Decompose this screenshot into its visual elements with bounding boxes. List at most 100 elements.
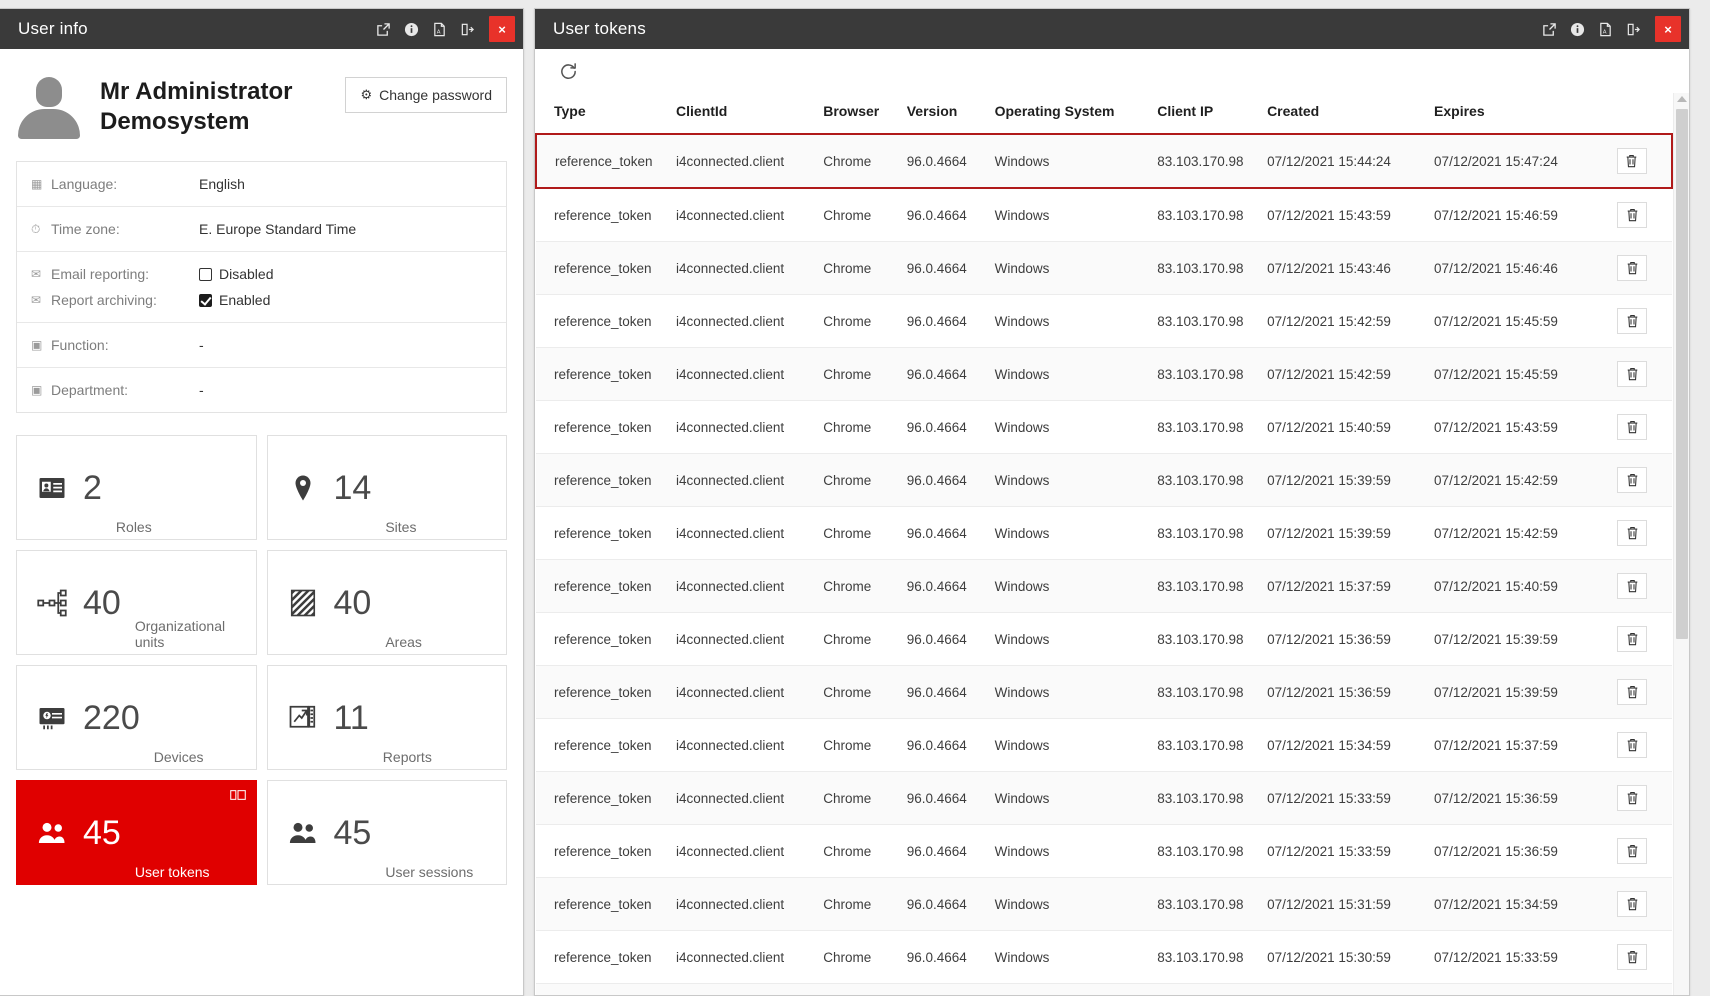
delete-token-button[interactable] <box>1617 838 1648 864</box>
trash-icon <box>1626 579 1639 593</box>
stat-tile-reports[interactable]: 11 Reports <box>266 665 507 770</box>
dock-icon[interactable] <box>1619 9 1647 49</box>
delete-token-button[interactable] <box>1617 308 1648 334</box>
stat-tile-user-sessions[interactable]: 45 User sessions <box>266 780 507 885</box>
scroll-up-arrow-icon[interactable] <box>1676 96 1687 102</box>
popout-icon[interactable] <box>369 9 397 49</box>
col-header-clientid[interactable]: ClientId <box>670 93 818 135</box>
scrollbar-thumb[interactable] <box>1676 109 1688 639</box>
stat-tile-label: Organizational units <box>134 618 226 650</box>
email-reporting-checkbox[interactable] <box>199 267 212 281</box>
table-row[interactable]: reference_tokeni4connected.clientChrome9… <box>536 877 1672 931</box>
cell-browser: Chrome <box>817 506 901 560</box>
user-name: Mr Administrator Demosystem <box>100 78 293 135</box>
info-icon[interactable] <box>1563 9 1591 49</box>
change-password-label: Change password <box>379 87 492 103</box>
table-row[interactable]: reference_tokeni4connected.clientChrome9… <box>536 824 1672 878</box>
table-row[interactable]: reference_tokeni4connected.clientChrome9… <box>536 718 1672 772</box>
cell-os: Windows <box>988 771 1152 825</box>
dock-icon[interactable] <box>453 9 481 49</box>
cell-created: 07/12/2021 15:34:59 <box>1261 718 1429 772</box>
trash-icon <box>1626 897 1639 911</box>
table-row[interactable]: reference_tokeni4connected.clientChrome9… <box>536 983 1672 995</box>
delete-token-button[interactable] <box>1617 573 1648 599</box>
cell-version: 96.0.4664 <box>900 718 989 772</box>
delete-token-button[interactable] <box>1617 361 1648 387</box>
tokens-vertical-scrollbar[interactable] <box>1673 93 1689 995</box>
table-row[interactable]: reference_tokeni4connected.clientChrome9… <box>536 665 1672 719</box>
stat-tile-devices[interactable]: 220 Devices <box>16 665 257 770</box>
export-pdf-icon[interactable]: A <box>1591 9 1619 49</box>
cell-created: 07/12/2021 15:36:59 <box>1261 665 1429 719</box>
info-icon[interactable] <box>397 9 425 49</box>
info-label-text: Department: <box>51 382 129 398</box>
table-row[interactable]: reference_tokeni4connected.clientChrome9… <box>536 771 1672 825</box>
stat-tile-organizational-units[interactable]: 40 Organizational units <box>16 550 257 655</box>
cell-os: Windows <box>988 506 1152 560</box>
delete-token-button[interactable] <box>1617 255 1648 281</box>
table-row[interactable]: reference_tokeni4connected.clientChrome9… <box>536 612 1672 666</box>
col-header-created[interactable]: Created <box>1261 93 1429 135</box>
delete-token-button[interactable] <box>1616 148 1647 174</box>
refresh-icon <box>559 62 578 81</box>
table-row[interactable]: reference_tokeni4connected.clientChrome9… <box>536 400 1672 454</box>
col-header-client-ip[interactable]: Client IP <box>1151 93 1262 135</box>
cell-os: Windows <box>988 453 1152 507</box>
cell-expires: 07/12/2021 15:40:59 <box>1428 559 1593 613</box>
stat-tile-sites[interactable]: 14 Sites <box>266 435 507 540</box>
info-group-language: ▦ Language: English <box>17 162 506 207</box>
table-row[interactable]: reference_tokeni4connected.clientChrome9… <box>536 506 1672 560</box>
delete-token-button[interactable] <box>1617 520 1648 546</box>
col-header-os[interactable]: Operating System <box>988 93 1152 135</box>
badge-icon: ▣ <box>31 383 43 397</box>
cell-actions <box>1592 347 1672 401</box>
svg-text:A: A <box>436 29 440 35</box>
cell-client-ip: 83.103.170.98 <box>1151 930 1262 984</box>
table-row[interactable]: reference_tokeni4connected.clientChrome9… <box>536 294 1672 348</box>
change-password-button[interactable]: ⚙ Change password <box>345 77 507 113</box>
table-row[interactable]: reference_tokeni4connected.clientChrome9… <box>536 347 1672 401</box>
report-archiving-checkbox[interactable] <box>199 293 212 307</box>
delete-token-button[interactable] <box>1617 785 1648 811</box>
delete-token-button[interactable] <box>1617 944 1648 970</box>
stat-tile-label: Reports <box>382 749 432 765</box>
col-header-type[interactable]: Type <box>536 93 671 135</box>
trash-icon <box>1626 208 1639 222</box>
table-row[interactable]: reference_tokeni4connected.clientChrome9… <box>535 133 1673 189</box>
table-row[interactable]: reference_tokeni4connected.clientChrome9… <box>536 930 1672 984</box>
cell-created: 07/12/2021 15:44:24 <box>1261 133 1429 189</box>
cell-client-ip: 83.103.170.98 <box>1151 612 1262 666</box>
col-header-browser[interactable]: Browser <box>817 93 901 135</box>
close-button[interactable]: × <box>489 16 515 42</box>
trash-icon <box>1626 950 1639 964</box>
cell-created: 07/12/2021 15:33:59 <box>1261 824 1429 878</box>
delete-token-button[interactable] <box>1617 202 1648 228</box>
close-button[interactable]: × <box>1655 16 1681 42</box>
table-row[interactable]: reference_tokeni4connected.clientChrome9… <box>536 241 1672 295</box>
export-pdf-icon[interactable]: A <box>425 9 453 49</box>
cell-version: 96.0.4664 <box>900 241 989 295</box>
stat-tile-user-tokens[interactable]: 45 User tokens <box>16 780 257 885</box>
refresh-button[interactable] <box>555 58 581 84</box>
table-row[interactable]: reference_tokeni4connected.clientChrome9… <box>536 188 1672 242</box>
stat-tile-roles[interactable]: 2 Roles <box>16 435 257 540</box>
cell-created: 07/12/2021 15:31:59 <box>1261 877 1429 931</box>
cell-browser: Chrome <box>817 400 901 454</box>
stat-tile-areas[interactable]: 40 Areas <box>266 550 507 655</box>
delete-token-button[interactable] <box>1617 414 1648 440</box>
user-info-body: Mr Administrator Demosystem ⚙ Change pas… <box>0 49 523 995</box>
table-row[interactable]: reference_tokeni4connected.clientChrome9… <box>536 559 1672 613</box>
delete-token-button[interactable] <box>1617 626 1648 652</box>
col-header-version[interactable]: Version <box>900 93 989 135</box>
delete-token-button[interactable] <box>1617 467 1648 493</box>
delete-token-button[interactable] <box>1617 679 1648 705</box>
col-header-expires[interactable]: Expires <box>1428 93 1593 135</box>
table-row[interactable]: reference_tokeni4connected.clientChrome9… <box>536 453 1672 507</box>
stat-tile-value: 220 <box>83 698 140 737</box>
cell-browser: Chrome <box>817 665 901 719</box>
delete-token-button[interactable] <box>1617 891 1648 917</box>
id-card-icon <box>35 473 69 503</box>
delete-token-button[interactable] <box>1617 732 1648 758</box>
popout-icon[interactable] <box>1535 9 1563 49</box>
trash-icon <box>1626 685 1639 699</box>
